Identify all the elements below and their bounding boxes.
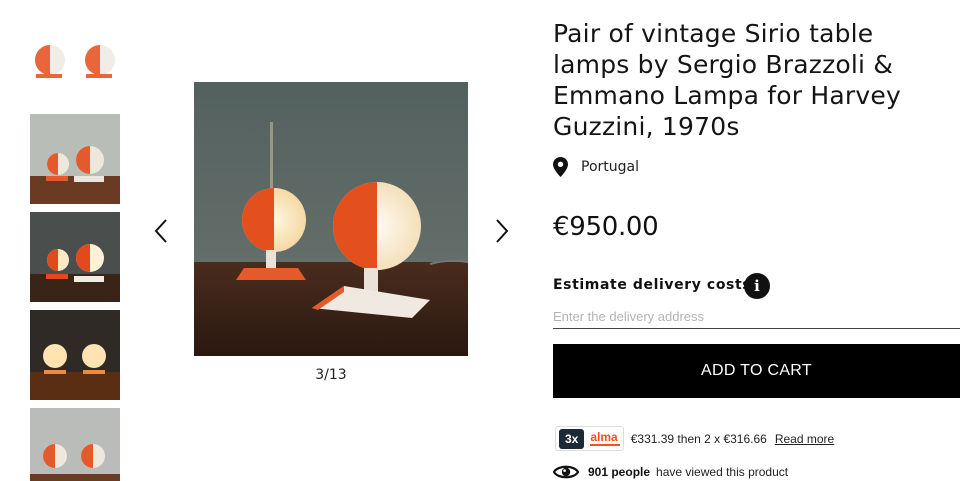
thumbnail-image-room <box>30 114 120 204</box>
add-to-cart-button[interactable]: ADD TO CART <box>553 344 960 398</box>
delivery-address-input[interactable] <box>553 305 960 329</box>
thumbnail-image-grey <box>30 408 120 481</box>
product-price: €950.00 <box>553 212 659 242</box>
lamps-photo <box>194 82 468 356</box>
thumbnail-image-white-bg <box>30 16 120 104</box>
location-label: Portugal <box>581 159 639 175</box>
product-title: Pair of vintage Sirio table lamps by Ser… <box>553 19 901 141</box>
viewers-text: have viewed this product <box>656 465 789 479</box>
thumbnail-1[interactable] <box>30 16 120 104</box>
installment-details: €331.39 then 2 x €316.66 <box>630 431 767 446</box>
delivery-estimate-label: Estimate delivery costs <box>553 277 752 293</box>
financing-offer: 3x alma €331.39 then 2 x €316.66 Read mo… <box>555 426 834 451</box>
previous-image-button[interactable] <box>146 214 176 248</box>
alma-badge: 3x alma <box>555 426 624 451</box>
thumbnail-5[interactable] <box>30 408 120 481</box>
thumbnail-3[interactable] <box>30 212 120 302</box>
map-pin-icon <box>553 157 568 177</box>
next-image-button[interactable] <box>487 214 517 248</box>
chevron-right-icon <box>496 219 509 243</box>
eye-icon <box>553 465 579 479</box>
product-location: Portugal <box>553 157 639 177</box>
image-counter: 3/13 <box>315 367 347 383</box>
main-product-image[interactable] <box>194 82 468 356</box>
installments-badge: 3x <box>559 428 585 449</box>
read-more-link[interactable]: Read more <box>775 432 834 446</box>
thumbnail-4[interactable] <box>30 310 120 400</box>
info-icon[interactable]: i <box>744 273 770 299</box>
thumbnail-2[interactable] <box>30 114 120 204</box>
thumbnail-image-lit <box>30 212 120 302</box>
viewers-info: 901 people have viewed this product <box>553 463 788 481</box>
alma-logo: alma <box>590 430 620 446</box>
viewers-count: 901 people <box>588 465 651 479</box>
chevron-left-icon <box>154 219 167 243</box>
thumbnail-image-dark <box>30 310 120 400</box>
